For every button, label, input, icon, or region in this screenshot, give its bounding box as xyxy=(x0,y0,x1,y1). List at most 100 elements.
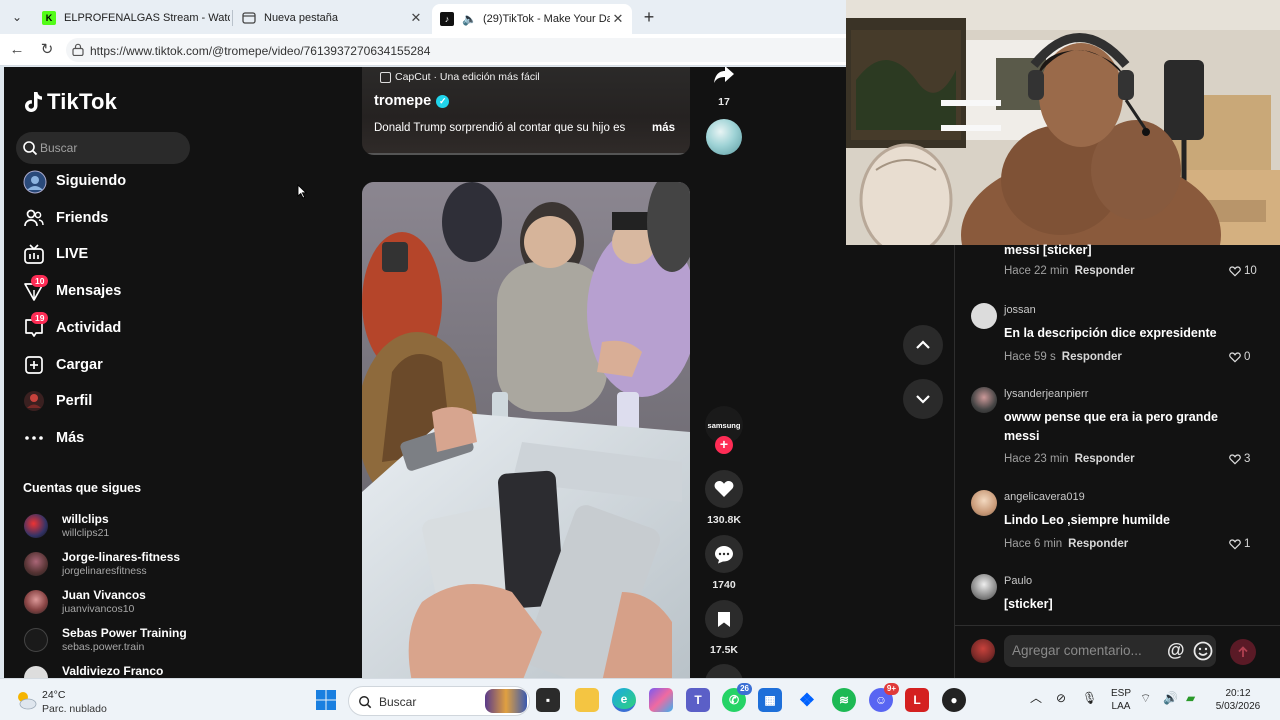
close-tab-icon[interactable]: ✕ xyxy=(610,11,626,27)
search-highlight-icon xyxy=(485,689,527,713)
following-avatar-icon xyxy=(23,170,47,194)
sidebar-item-cargar[interactable]: Cargar xyxy=(23,351,203,379)
video-player[interactable] xyxy=(362,182,690,678)
reply-button[interactable]: Responder xyxy=(1075,453,1135,465)
comment-like-button[interactable]: 3 xyxy=(1229,453,1250,465)
account-item[interactable]: Jorge-linares-fitness jorgelinaresfitnes… xyxy=(24,550,224,580)
tiktok-logo[interactable]: TikTok xyxy=(23,89,117,115)
avatar[interactable] xyxy=(971,387,997,413)
task-view-icon[interactable]: ▪ xyxy=(536,688,560,712)
capcut-icon xyxy=(380,71,391,83)
activity-icon: 19 xyxy=(23,312,49,339)
copilot-icon[interactable] xyxy=(649,688,673,712)
video-caption: Donald Trump sorprendió al contar que su… xyxy=(374,122,626,134)
l-app-icon[interactable]: L xyxy=(905,688,929,712)
account-item[interactable]: Juan Vivancos juanvivancos10 xyxy=(24,588,224,618)
sidebar-item-actividad[interactable]: 19 Actividad xyxy=(23,312,203,342)
comment-item: Paulo [sticker] xyxy=(955,574,1265,618)
weather-widget[interactable]: 24°C Parc. nublado xyxy=(14,687,134,715)
previous-video-button[interactable] xyxy=(903,325,943,365)
microphone-icon[interactable]: 🎙 xyxy=(1082,692,1097,705)
tab-search-dropdown-icon[interactable]: ⌄ xyxy=(6,7,28,27)
back-icon[interactable]: ← xyxy=(6,39,28,61)
clock[interactable]: 20:12 5/03/2026 xyxy=(1206,687,1270,713)
windows-taskbar: 24°C Parc. nublado Buscar ▪ e T ✆ 26 ▦ ❖ … xyxy=(0,678,1280,720)
wifi-icon[interactable]: ⌔ xyxy=(1140,692,1151,705)
start-button[interactable] xyxy=(314,688,338,712)
creator-avatar[interactable]: samsung + xyxy=(704,406,744,454)
obs-icon[interactable]: ● xyxy=(942,688,966,712)
sidebar-item-mensajes[interactable]: 10 Mensajes xyxy=(23,275,203,305)
sidebar-item-perfil[interactable]: Perfil xyxy=(23,387,203,415)
reload-icon[interactable]: ↻ xyxy=(36,39,58,61)
music-disc[interactable] xyxy=(704,119,744,155)
taskbar-search-input[interactable]: Buscar xyxy=(348,686,530,716)
comment-like-button[interactable]: 10 xyxy=(1229,265,1257,277)
share-button[interactable]: 17 xyxy=(704,67,744,108)
avatar[interactable] xyxy=(971,303,997,329)
whatsapp-icon[interactable]: ✆ 26 xyxy=(722,683,752,712)
next-video-button[interactable] xyxy=(903,379,943,419)
more-caption-button[interactable]: más xyxy=(652,122,675,134)
store-icon[interactable]: ▦ xyxy=(758,688,782,712)
capcut-tag[interactable]: CapCut · Una edición más fácil xyxy=(380,71,540,83)
more-icon xyxy=(23,427,45,449)
sidebar-item-friends[interactable]: Friends xyxy=(23,204,203,232)
account-item[interactable]: Sebas Power Training sebas.power.train xyxy=(24,626,224,656)
comment-like-button[interactable]: 1 xyxy=(1229,538,1250,550)
edge-icon[interactable]: e xyxy=(612,688,636,712)
comment-like-button[interactable]: 0 xyxy=(1229,351,1250,363)
language-indicator[interactable]: ESP LAA xyxy=(1108,687,1134,713)
account-item[interactable]: willclips willclips21 xyxy=(24,512,224,542)
webcam-scene xyxy=(846,0,1280,245)
search-input[interactable]: Buscar xyxy=(16,132,190,164)
tab-tiktok[interactable]: ♪ 🔈 (29)TikTok - Make Your Day ✕ xyxy=(432,4,632,34)
chevron-up-icon xyxy=(916,340,930,349)
save-button[interactable]: 17.5K xyxy=(704,600,744,656)
show-hidden-icons-icon[interactable]: ︿ xyxy=(1030,692,1042,705)
url-field[interactable]: https://www.tiktok.com/@tromepe/video/76… xyxy=(66,38,846,62)
avatar[interactable] xyxy=(971,490,997,516)
follow-plus-icon[interactable]: + xyxy=(715,436,733,454)
reply-button[interactable]: Responder xyxy=(1075,265,1135,277)
tab-elprofenalgas[interactable]: K ELPROFENALGAS Stream - Watch xyxy=(34,4,230,32)
mention-icon[interactable]: @ xyxy=(1167,640,1185,661)
file-explorer-icon[interactable] xyxy=(575,688,599,712)
sidebar-item-live[interactable]: LIVE xyxy=(23,240,203,268)
avatar xyxy=(24,590,48,614)
close-tab-icon[interactable]: ✕ xyxy=(408,10,424,26)
live-icon xyxy=(23,243,45,265)
search-icon xyxy=(23,141,38,156)
reply-button[interactable]: Responder xyxy=(1062,351,1122,363)
emoji-icon[interactable] xyxy=(1193,641,1213,661)
progress-bar[interactable] xyxy=(362,153,690,155)
tab-new-tab[interactable]: Nueva pestaña ✕ xyxy=(234,4,430,32)
profile-icon xyxy=(23,390,45,412)
speaker-icon[interactable]: 🔈 xyxy=(462,12,477,26)
send-comment-button[interactable] xyxy=(1230,639,1256,665)
comment-item: jossan En la descripción dice expresiden… xyxy=(955,303,1265,373)
discord-badge: 9+ xyxy=(883,683,899,695)
tiktok-icon: ♪ xyxy=(440,12,454,26)
account-item[interactable]: Valdiviezo Franco xyxy=(24,664,224,678)
volume-icon[interactable]: 🔊 xyxy=(1163,692,1178,705)
sidebar-item-mas[interactable]: Más xyxy=(23,424,203,452)
spotify-icon[interactable]: ≋ xyxy=(832,688,856,712)
share-button-2[interactable] xyxy=(704,664,744,678)
comments-list: messi [sticker] Hace 22 min Responder 10 … xyxy=(954,243,1280,678)
discord-icon[interactable]: ☺ 9+ xyxy=(869,683,899,712)
site-info-icon[interactable] xyxy=(72,43,84,56)
video-author[interactable]: tromepe ✓ xyxy=(374,93,450,109)
comment-button[interactable]: 1740 xyxy=(704,535,744,591)
teams-icon[interactable]: T xyxy=(686,688,710,712)
avatar[interactable] xyxy=(971,574,997,600)
battery-icon[interactable]: ▰ xyxy=(1186,692,1195,705)
comment-input[interactable]: Agregar comentario... @ xyxy=(1004,635,1216,667)
network-status-icon[interactable]: ⊘ xyxy=(1056,692,1066,705)
sidebar-item-siguiendo[interactable]: Siguiendo xyxy=(23,167,203,195)
reply-button[interactable]: Responder xyxy=(1068,538,1128,550)
new-tab-button[interactable]: + xyxy=(638,6,660,28)
like-button[interactable]: 130.8K xyxy=(704,470,744,526)
video-card-previous[interactable]: CapCut · Una edición más fácil tromepe ✓… xyxy=(362,67,690,155)
dropbox-icon[interactable]: ❖ xyxy=(795,688,819,712)
